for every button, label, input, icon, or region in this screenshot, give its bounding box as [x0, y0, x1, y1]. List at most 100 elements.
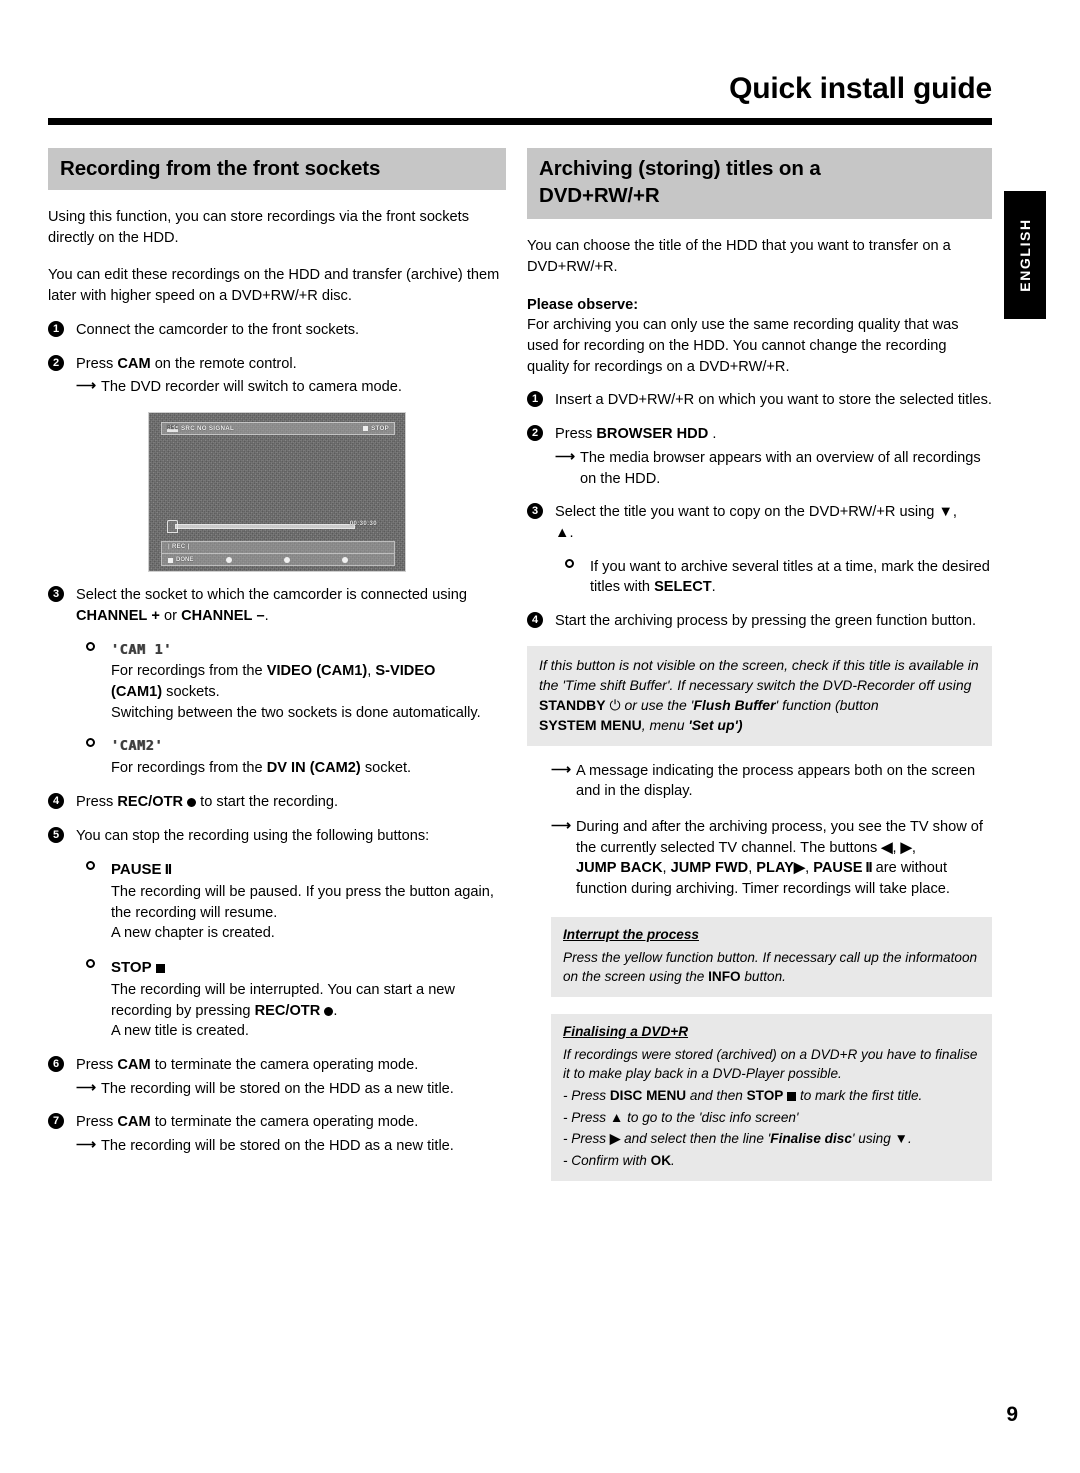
left-column: Recording from the front sockets Using t… — [48, 148, 506, 1157]
stop-square-icon — [787, 1092, 797, 1102]
right-column: Archiving (storing) titles on a DVD+RW/+… — [527, 148, 992, 1181]
arrow-up-icon: ▲ — [609, 1109, 624, 1125]
arrow-up-icon: ▲ — [555, 525, 570, 541]
key-rec-otr: REC/OTR — [254, 1002, 321, 1019]
bullet-circle-icon — [86, 641, 95, 651]
minus-icon: – — [256, 607, 265, 624]
step-3-number: 3 — [48, 586, 64, 603]
finalise-step-4-press: - Confirm with — [563, 1153, 647, 1169]
finalise-step-3-period: . — [908, 1131, 912, 1147]
archive-step-1-number: 1 — [527, 391, 543, 408]
bullet-stop: STOP The recording will be interrupted. … — [76, 957, 506, 1042]
language-tab-label: ENGLISH — [1017, 218, 1033, 292]
key-jump-back: JUMP BACK — [576, 860, 663, 877]
please-observe-title: Please observe: — [527, 296, 639, 313]
step-4-rest: to start the recording. — [200, 793, 339, 810]
archive-result-2-pre: During and after the archiving process, … — [576, 818, 983, 856]
tv-function-button-4 — [336, 557, 394, 564]
key-system-menu: SYSTEM MENU — [539, 717, 642, 734]
step-7: 7 Press CAM to terminate the camera oper… — [48, 1112, 506, 1156]
tv-progress-track — [175, 524, 355, 530]
cam1-line2-post: sockets. — [166, 683, 220, 700]
step-3: 3 Select the socket to which the camcord… — [48, 585, 506, 779]
finalise-step-4: - Confirm with OK. — [563, 1151, 980, 1171]
right-section-heading: Archiving (storing) titles on a DVD+RW/+… — [527, 148, 992, 220]
please-observe-block: Please observe: For archiving you can on… — [527, 295, 992, 378]
left-section-heading: Recording from the front sockets — [48, 148, 506, 191]
finalise-step-3: - Press ▶ and select then the line 'Fina… — [563, 1129, 980, 1149]
tv-fn-dot-icon — [226, 557, 232, 564]
step-6-result-text: The recording will be stored on the HDD … — [101, 1080, 454, 1097]
pause-icon: II — [161, 861, 172, 879]
arrow-right-icon: ⟶ — [76, 377, 97, 394]
arrow-right-triangle-icon: ▶ — [900, 839, 912, 856]
bullet-circle-icon — [86, 861, 95, 871]
archive-step-3-text: Select the title you want to copy on the… — [555, 504, 935, 521]
step-6-result: ⟶ The recording will be stored on the HD… — [76, 1079, 506, 1100]
step-4-press-word: Press — [76, 793, 114, 810]
key-dv-in-cam2: DV IN (CAM2) — [266, 760, 361, 777]
archive-step-3-bullet-post: . — [711, 579, 716, 596]
step-7-result-text: The recording will be stored on the HDD … — [101, 1138, 454, 1155]
lcd-display-cam1: 'CAM 1' — [111, 641, 173, 658]
note-box-1-line1: If this button is not visible on the scr… — [539, 656, 979, 694]
cam2-line-pre: For recordings from the — [111, 760, 263, 777]
key-stop: STOP — [746, 1088, 784, 1104]
note-box-1-after-flush: ' function (button — [775, 697, 879, 714]
step-6-number: 6 — [48, 1056, 64, 1073]
step-3-text: Select the socket to which the camcorder… — [76, 587, 467, 604]
note-box-3-body: If recordings were stored (archived) on … — [563, 1046, 978, 1082]
language-side-tab: ENGLISH — [1004, 191, 1046, 319]
cam1-line3: Switching between the two sockets is don… — [111, 704, 481, 721]
bullet-stop-body-1: The recording will be interrupted. You c… — [111, 980, 506, 1021]
note-box-finalising-dvd: Finalising a DVD+R If recordings were st… — [551, 1013, 992, 1181]
cam2-line-post: socket. — [364, 760, 412, 777]
right-heading-line-1: Archiving (storing) titles on a — [539, 157, 821, 180]
cam1-line1-pre: For recordings from the — [111, 663, 263, 680]
tv-function-button-1: DONE — [162, 557, 220, 563]
note-box-interrupt-process: Interrupt the process Press the yellow f… — [551, 916, 992, 997]
step-2-result: ⟶ The DVD recorder will switch to camera… — [76, 377, 506, 398]
finalise-step-3-using: ' using — [851, 1131, 891, 1147]
archive-step-2-number: 2 — [527, 425, 543, 442]
step-2-press-word: Press — [76, 355, 114, 372]
finalise-step-2-post: to go to the 'disc info screen' — [627, 1109, 799, 1125]
archive-step-2-result: ⟶ The media browser appears with an over… — [555, 448, 992, 489]
archive-step-3-bullet: If you want to archive several titles at… — [555, 557, 992, 598]
step-6-press-word: Press — [76, 1057, 114, 1074]
step-2-number: 2 — [48, 354, 64, 371]
tv-osd-source-group: REC SRC NO SIGNAL — [167, 425, 234, 433]
step-6-key-cam: CAM — [117, 1057, 151, 1074]
key-info: INFO — [708, 969, 741, 985]
step-3-or: or — [164, 607, 177, 624]
arrow-right-icon: ⟶ — [551, 760, 572, 777]
key-standby: STANDBY — [539, 697, 606, 714]
archive-step-3: 3 Select the title you want to copy on t… — [527, 502, 992, 598]
record-dot-icon — [187, 797, 197, 807]
bullet-pause-body-1: The recording will be paused. If you pre… — [111, 883, 494, 921]
key-video-cam1: VIDEO (CAM1) — [266, 663, 368, 680]
arrow-right-icon: ⟶ — [76, 1078, 97, 1095]
page-number: 9 — [1006, 1403, 1018, 1426]
archive-step-3-period: . — [569, 525, 574, 541]
step-2: 2 Press CAM on the remote control. ⟶ The… — [48, 354, 506, 398]
tv-fn-dot-icon — [342, 557, 348, 564]
archive-step-2-result-text: The media browser appears with an overvi… — [580, 449, 981, 487]
play-icon: ▶ — [793, 860, 806, 877]
arrow-right-icon: ⟶ — [555, 447, 576, 464]
finalise-step-2: - Press ▲ to go to the 'disc info screen… — [563, 1108, 980, 1128]
note-box-1-comma: , — [641, 717, 646, 734]
header-rule — [48, 118, 992, 125]
archive-result-1: ⟶ A message indicating the process appea… — [527, 761, 992, 802]
key-select: SELECT — [654, 579, 712, 596]
bullet-pause-body-2: A new chapter is created. — [111, 925, 275, 942]
archive-step-2-period: . — [712, 426, 717, 443]
step-4-number: 4 — [48, 792, 64, 809]
tv-osd-bottom-bar: | REC | DONE — [161, 541, 395, 567]
arrow-right-triangle-icon: ▶ — [609, 1131, 621, 1147]
step-6: 6 Press CAM to terminate the camera oper… — [48, 1055, 506, 1099]
archive-step-3-comma: , — [952, 504, 957, 521]
flush-buffer-term: Flush Buffer — [693, 697, 776, 714]
key-stop: STOP — [111, 959, 152, 977]
archive-step-4-text: Start the archiving process by pressing … — [555, 613, 977, 630]
